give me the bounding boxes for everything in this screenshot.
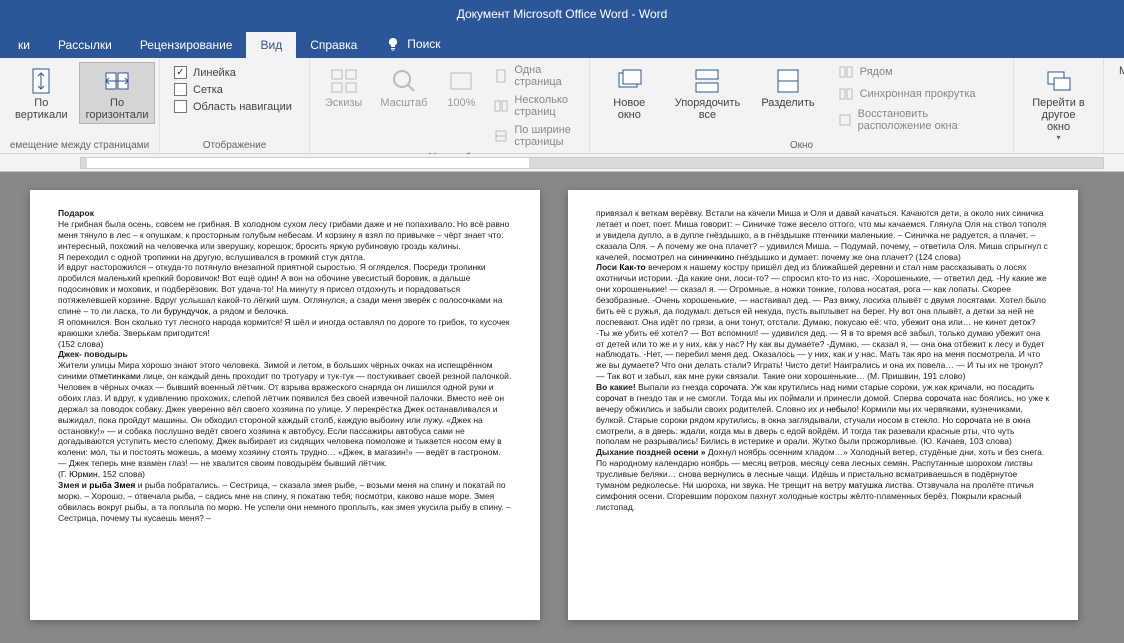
page-width-button[interactable]: По ширине страницы: [488, 122, 581, 150]
side-by-side-button[interactable]: Рядом: [832, 62, 1005, 82]
heading: Во какие!: [596, 382, 636, 392]
tab-review[interactable]: Рецензирование: [126, 32, 247, 58]
spellcheck-error[interactable]: сорочата: [710, 382, 746, 392]
horizontal-icon: [101, 65, 133, 97]
thumbnails-icon: [328, 65, 360, 97]
macros-button[interactable]: М: [1112, 62, 1124, 80]
switch-window-icon: [1043, 65, 1075, 97]
reset-position-button[interactable]: Восстановить расположение окна: [832, 106, 1005, 134]
horizontal-ruler[interactable]: [0, 154, 1124, 172]
page-1[interactable]: Подарок Не грибная была осень, совсем не…: [30, 190, 540, 620]
side-by-side-icon: [838, 64, 854, 80]
one-page-button[interactable]: Одна страница: [488, 62, 581, 90]
one-page-icon: [494, 68, 508, 84]
page-2[interactable]: привязал к веткам верёвку. Встали на кач…: [568, 190, 1078, 620]
group-window: Окно: [598, 140, 1005, 151]
ribbon-tabs: ки Рассылки Рецензирование Вид Справка П…: [0, 28, 1124, 58]
spellcheck-error[interactable]: сорочата: [925, 393, 961, 403]
tab-mailings[interactable]: Рассылки: [44, 32, 126, 58]
tab-search[interactable]: Поиск: [371, 30, 454, 58]
group-show: Отображение: [168, 140, 301, 151]
arrange-all-button[interactable]: Упорядочить все: [665, 62, 751, 124]
spellcheck-error[interactable]: сининчкино: [689, 252, 734, 262]
spellcheck-error[interactable]: Как-то: [619, 262, 645, 272]
heading: Джек- поводырь: [58, 349, 128, 359]
zoom-icon: [388, 65, 420, 97]
spellcheck-error[interactable]: матушка: [849, 480, 883, 490]
navpane-checkbox[interactable]: Область навигации: [174, 100, 292, 113]
heading: Подарок: [58, 208, 94, 218]
app-title: Документ Microsoft Office Word - Word: [457, 7, 668, 21]
document-area[interactable]: Подарок Не грибная была осень, совсем не…: [0, 172, 1124, 643]
spellcheck-error[interactable]: небыло: [827, 404, 857, 414]
checkbox-icon: [174, 100, 187, 113]
horizontal-button[interactable]: По горизонтали: [79, 62, 156, 124]
spellcheck-error[interactable]: рыба Змея: [89, 480, 135, 490]
split-icon: [772, 65, 804, 97]
new-window-icon: [613, 65, 645, 97]
page-width-icon: [494, 128, 508, 144]
sync-scroll-button[interactable]: Синхронная прокрутка: [832, 84, 1005, 104]
spellcheck-error[interactable]: осени »: [674, 447, 706, 457]
grid-checkbox[interactable]: Сетка: [174, 83, 292, 96]
hundred-button[interactable]: 100%: [438, 62, 484, 112]
reset-position-icon: [838, 112, 852, 128]
multi-page-button[interactable]: Несколько страниц: [488, 92, 581, 120]
hundred-icon: [445, 65, 477, 97]
spellcheck-error[interactable]: сорочат: [596, 393, 627, 403]
title-bar: Документ Microsoft Office Word - Word: [0, 0, 1124, 28]
checkbox-icon: [174, 83, 187, 96]
spellcheck-error[interactable]: отметинками: [89, 371, 140, 381]
spellcheck-error[interactable]: она: [938, 339, 952, 349]
tab-help[interactable]: Справка: [296, 32, 371, 58]
checkbox-checked-icon: ✓: [174, 66, 187, 79]
tab-view[interactable]: Вид: [246, 32, 296, 58]
spellcheck-error[interactable]: бурундучок: [164, 306, 209, 316]
ribbon: По вертикали По горизонтали емещение меж…: [0, 58, 1124, 154]
group-move: емещение между страницами: [8, 140, 151, 151]
new-window-button[interactable]: Новое окно: [598, 62, 661, 124]
lightbulb-icon: [385, 36, 401, 52]
multi-page-icon: [494, 98, 508, 114]
ruler-checkbox[interactable]: ✓ Линейка: [174, 66, 292, 79]
split-button[interactable]: Разделить: [754, 62, 821, 112]
arrange-all-icon: [691, 65, 723, 97]
sync-scroll-icon: [838, 86, 854, 102]
zoom-button[interactable]: Масштаб: [373, 62, 434, 112]
vertical-button[interactable]: По вертикали: [8, 62, 75, 124]
switch-window-button[interactable]: Перейти в другое окно ▾: [1022, 62, 1095, 145]
chevron-down-icon: ▾: [1056, 133, 1060, 142]
spellcheck-error[interactable]: Юрмин: [69, 469, 98, 479]
thumbnails-button[interactable]: Эскизы: [318, 62, 369, 112]
vertical-icon: [25, 65, 57, 97]
spellcheck-error[interactable]: сорочата: [956, 415, 992, 425]
tab-ki[interactable]: ки: [4, 32, 44, 58]
